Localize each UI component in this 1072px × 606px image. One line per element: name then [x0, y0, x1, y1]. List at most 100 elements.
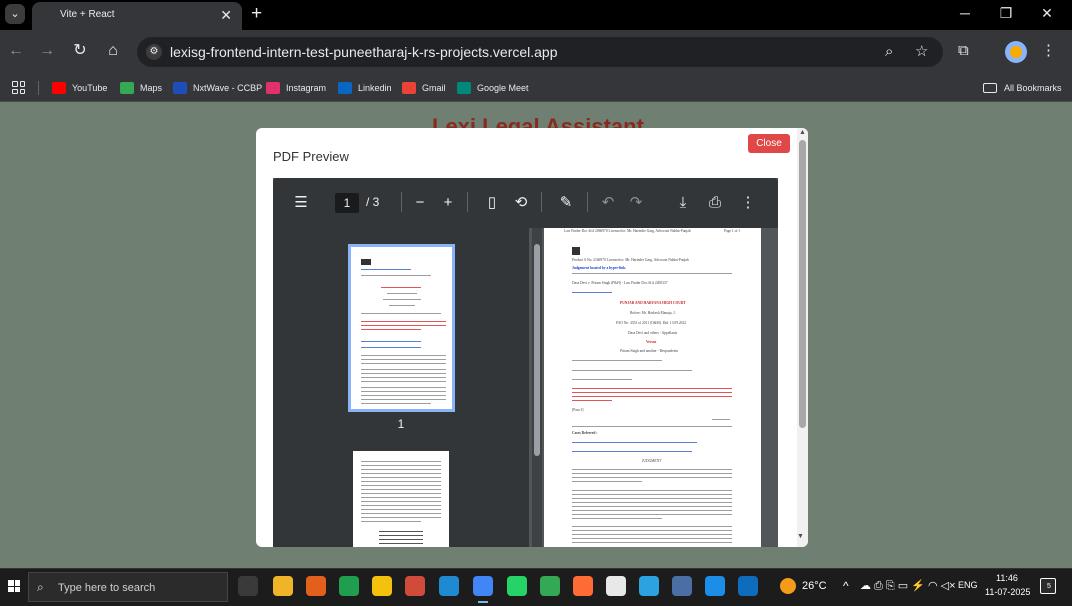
clock-time[interactable]: 11:46	[996, 573, 1018, 583]
bookmark-maps[interactable]: Maps	[120, 80, 162, 96]
taskbar-search[interactable]: ⌕ Type here to search	[28, 572, 228, 602]
thumbnail-sidebar: 1	[273, 228, 529, 547]
bookmark-star-icon[interactable]: ☆	[915, 43, 928, 61]
site-info-icon[interactable]: ⚙	[146, 44, 162, 60]
back-button[interactable]: ←	[6, 42, 26, 60]
bookmarks-bar: YouTube Maps NxtWave - CCBP Instagram Li…	[0, 74, 1072, 102]
browser-tab[interactable]: Vite + React ✕	[32, 2, 242, 30]
apps-icon[interactable]	[12, 81, 25, 94]
doc-judgment: JUDGMENT	[642, 459, 662, 463]
language-indicator[interactable]: ENG	[958, 580, 978, 590]
scroll-down-arrow-icon[interactable]: ▼	[797, 533, 804, 540]
url-text[interactable]: lexisg-frontend-intern-test-puneetharaj-…	[170, 44, 558, 60]
bookmark-gmail[interactable]: Gmail	[402, 80, 446, 96]
bookmark-instagram[interactable]: Instagram	[266, 80, 326, 96]
all-bookmarks[interactable]: All Bookmarks	[983, 80, 1062, 96]
bookmark-linkedin[interactable]: Linkedin	[338, 80, 392, 96]
doc-before: Before: Mr. Harkesh Manuja, J.	[630, 311, 676, 315]
download-icon[interactable]: ⤓	[673, 194, 693, 212]
chrome-alt-icon[interactable]	[540, 576, 560, 596]
bookmarks-divider	[38, 81, 39, 95]
weather-temp[interactable]: 26°C	[802, 580, 827, 592]
extensions-icon[interactable]: ⧉	[958, 42, 969, 60]
search-icon: ⌕	[37, 580, 44, 594]
app-icon[interactable]	[405, 576, 425, 596]
clock-date[interactable]: 11-07-2025	[985, 587, 1030, 597]
print-icon[interactable]: ⎙	[705, 194, 725, 212]
bookmark-nxtwave[interactable]: NxtWave - CCBP	[173, 80, 262, 96]
app-circle-icon[interactable]	[606, 576, 626, 596]
sidebar-scroll-thumb[interactable]	[534, 244, 540, 456]
zoom-out-icon[interactable]: −	[410, 194, 430, 212]
bookmark-google-meet[interactable]: Google Meet	[457, 80, 529, 96]
address-bar[interactable]: ⚙ lexisg-frontend-intern-test-puneethara…	[137, 37, 943, 67]
zoom-icon[interactable]: ⌕	[885, 43, 893, 61]
notifications-icon[interactable]: 5	[1040, 578, 1056, 594]
task-view-icon[interactable]	[238, 576, 258, 596]
draw-icon[interactable]: ✎	[556, 194, 576, 212]
bookmark-youtube[interactable]: YouTube	[52, 80, 107, 96]
page-number-input[interactable]: 1	[335, 193, 359, 213]
youtube-icon	[52, 82, 66, 94]
tab-close-icon[interactable]: ✕	[220, 7, 232, 23]
modal-scrollbar[interactable]: ▲	[797, 128, 808, 547]
rotate-icon[interactable]: ⟲	[511, 194, 531, 212]
thumbnail-page-number: 1	[397, 417, 405, 431]
weather-icon[interactable]	[780, 578, 796, 594]
minimize-button[interactable]: ─	[955, 4, 975, 22]
sidebar-scrollbar[interactable]	[532, 228, 542, 547]
forward-button[interactable]: →	[37, 42, 57, 60]
page-thumbnail-1[interactable]	[348, 244, 455, 412]
doc-case-line: Dasa Devi v. Pritam Singh (P&H) - Law Fi…	[572, 281, 668, 285]
modal-scroll-thumb[interactable]	[799, 140, 806, 428]
folder-icon	[983, 83, 997, 93]
fit-page-icon[interactable]: ▯	[482, 194, 502, 212]
zoom-in-icon[interactable]: +	[438, 194, 458, 212]
more-options-icon[interactable]: ⋮	[738, 194, 758, 212]
close-button[interactable]: Close	[748, 134, 790, 153]
power-bi-icon[interactable]	[372, 576, 392, 596]
doc-court: PUNJAB AND HARYANA HIGH COURT	[620, 301, 686, 305]
tray-icons[interactable]: ☁ ⎙ ⎘ ▭ ⚡ ◠ ◁×	[860, 579, 956, 593]
profile-avatar[interactable]	[1005, 41, 1027, 63]
page-thumbnail-2[interactable]	[353, 451, 449, 547]
vscode-icon[interactable]	[439, 576, 459, 596]
document-area: Law Finder Doc Id # 2066970 Licensed to:…	[542, 228, 778, 547]
pdf-viewer: ☰ 1 / 3 − + ▯ ⟲ ✎ ↶ ↷ ⤓ ⎙ ⋮ 1 Law Finder…	[273, 178, 778, 547]
app-window-icon[interactable]	[738, 576, 758, 596]
doc-page-no: Page 1 of 1	[724, 229, 741, 233]
docker-icon[interactable]	[705, 576, 725, 596]
menu-icon[interactable]: ⋮	[1041, 42, 1056, 60]
sidebar-menu-icon[interactable]: ☰	[291, 194, 311, 212]
undo-icon[interactable]: ↶	[598, 194, 618, 212]
scroll-up-arrow-icon[interactable]: ▲	[799, 129, 806, 136]
redo-icon[interactable]: ↷	[626, 194, 646, 212]
new-tab-button[interactable]: +	[251, 3, 262, 25]
home-icon[interactable]: ⌂	[103, 42, 123, 60]
pycharm-icon[interactable]	[339, 576, 359, 596]
tray-chevron-icon[interactable]: ^	[843, 579, 849, 593]
file-explorer-icon[interactable]	[273, 576, 293, 596]
document-page: Law Finder Doc Id # 2066970 Licensed to:…	[544, 228, 761, 547]
restore-button[interactable]: ❐	[996, 4, 1016, 22]
postman-icon[interactable]	[573, 576, 593, 596]
linkedin-icon	[338, 82, 352, 94]
doc-versus: Versus	[646, 340, 657, 344]
doc-hyperlink-note: Judgement located by a hyper-link.	[572, 266, 627, 270]
chrome-icon[interactable]	[473, 576, 493, 603]
whatsapp-icon[interactable]	[507, 576, 527, 596]
page-total: / 3	[366, 195, 380, 209]
windows-start-icon[interactable]	[8, 580, 20, 592]
tab-search-button[interactable]: ⌄	[5, 4, 25, 24]
page-content: Lexi Legal Assistant PDF Preview Close ☰…	[0, 102, 1072, 568]
jupyter-icon[interactable]	[306, 576, 326, 596]
nxtwave-icon	[173, 82, 187, 94]
window-close-button[interactable]: ✕	[1037, 4, 1057, 22]
reload-button[interactable]: ↻	[70, 42, 90, 60]
app-blue-icon[interactable]	[672, 576, 692, 596]
telegram-icon[interactable]	[639, 576, 659, 596]
search-placeholder: Type here to search	[58, 582, 156, 594]
tab-strip: ⌄ Vite + React ✕ + ─ ❐ ✕	[0, 0, 1072, 30]
modal-title: PDF Preview	[273, 149, 349, 164]
maps-icon	[120, 82, 134, 94]
